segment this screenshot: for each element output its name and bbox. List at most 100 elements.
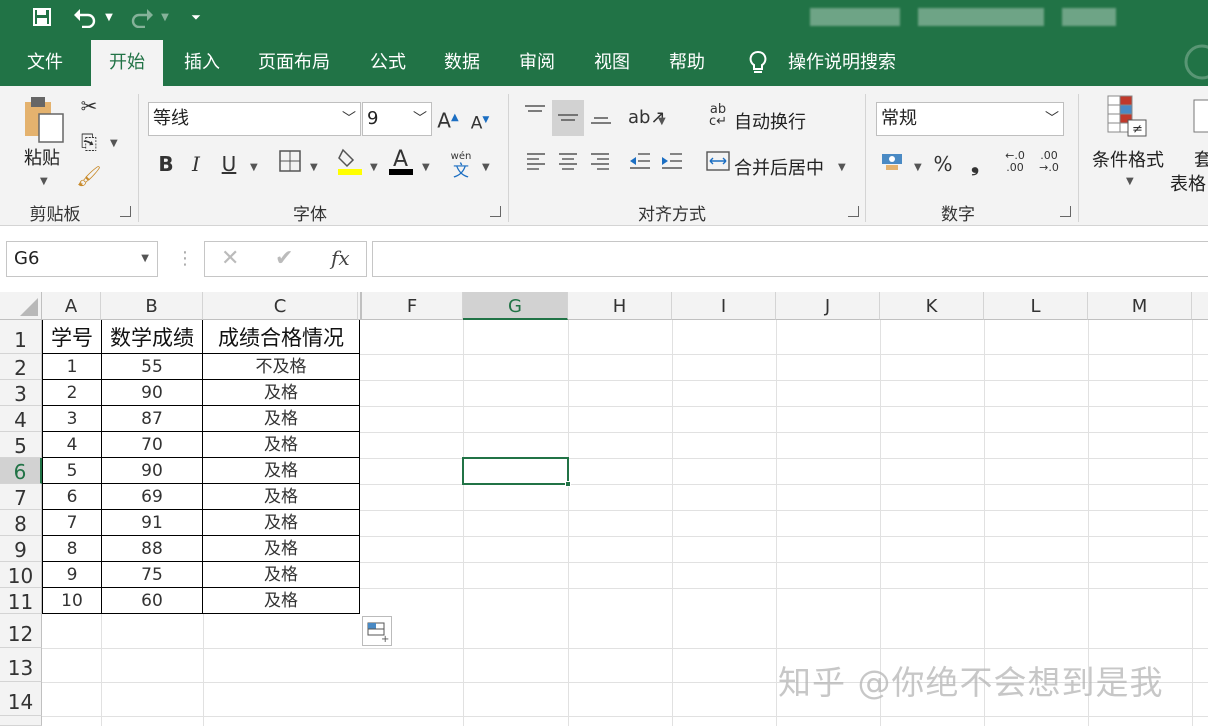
borders-icon[interactable] [276,150,304,179]
column-header-f[interactable]: F [362,292,463,320]
phonetic-icon[interactable]: wén 文 [446,150,476,179]
increase-decimal-icon[interactable]: ←.0 .00 [1000,150,1030,174]
insert-function-icon[interactable]: fx [331,246,350,270]
underline-icon[interactable]: U [216,150,242,178]
conditional-format-button[interactable]: 条件格式 [1092,146,1164,172]
bold-icon[interactable]: B [154,150,178,178]
column-header-j[interactable]: J [776,292,880,320]
fill-color-icon[interactable] [336,146,364,183]
conditional-format-dropdown-icon[interactable]: ▼ [1126,176,1134,187]
cell-b8[interactable]: 91 [102,510,202,535]
table-format-label-1[interactable]: 套 [1194,146,1208,172]
fill-handle[interactable] [565,481,571,487]
name-box-dropdown-icon[interactable]: ▼ [141,242,149,276]
font-launcher-icon[interactable] [490,206,501,217]
comma-icon[interactable]: ❟ [964,150,986,178]
merge-center-icon[interactable] [704,150,732,179]
tab-file[interactable]: 文件 [14,38,76,86]
cell-c4[interactable]: 及格 [203,406,359,431]
cell-a11[interactable]: 10 [43,588,101,613]
font-color-dropdown-icon[interactable]: ▼ [422,162,430,173]
format-painter-icon[interactable]: 🖌 [76,162,102,190]
row-header-6[interactable]: 6 [0,458,42,484]
cell-b1[interactable]: 数学成绩 [102,322,202,352]
row-header-5[interactable]: 5 [0,432,42,458]
select-all-button[interactable] [0,292,42,320]
merge-center-button[interactable]: 合并后居中 [734,154,824,180]
cell-b9[interactable]: 88 [102,536,202,561]
save-icon[interactable] [28,0,56,34]
cell-a2[interactable]: 1 [43,354,101,379]
redo-dropdown-icon[interactable]: ▼ [158,0,172,34]
row-header-14[interactable]: 14 [0,682,42,716]
cell-a8[interactable]: 7 [43,510,101,535]
cut-icon[interactable]: ✂ [76,92,102,120]
alignment-launcher-icon[interactable] [848,206,859,217]
formula-input[interactable] [372,241,1208,277]
increase-font-icon[interactable]: A▲ [436,104,460,135]
tab-view[interactable]: 视图 [584,38,640,86]
cell-b2[interactable]: 55 [102,354,202,379]
merge-dropdown-icon[interactable]: ▼ [838,162,846,173]
column-header-h[interactable]: H [568,292,672,320]
quick-analysis-button[interactable]: + [362,616,392,646]
clipboard-launcher-icon[interactable] [120,206,131,217]
phonetic-dropdown-icon[interactable]: ▼ [482,162,490,173]
font-size-combo[interactable]: 9 ﹀ [362,102,432,136]
cell-b11[interactable]: 60 [102,588,202,613]
table-format-label-2[interactable]: 表格 [1170,170,1206,196]
wrap-text-button[interactable]: 自动换行 [734,108,806,134]
row-header-3[interactable]: 3 [0,380,42,406]
number-launcher-icon[interactable] [1060,206,1071,217]
cell-c5[interactable]: 及格 [203,432,359,457]
name-box[interactable]: G6 ▼ [6,241,158,277]
cell-b10[interactable]: 75 [102,562,202,587]
row-header-11[interactable]: 11 [0,588,42,614]
column-header-b[interactable]: B [101,292,203,320]
tab-data[interactable]: 数据 [434,38,490,86]
column-header-n[interactable] [1192,292,1208,320]
cancel-icon[interactable]: ✕ [221,246,239,271]
orientation-dropdown-icon[interactable]: ▼ [658,116,666,127]
font-color-icon[interactable]: A [386,146,416,183]
column-header-c[interactable]: C [203,292,358,320]
column-header-g[interactable]: G [463,292,568,320]
tab-review[interactable]: 审阅 [509,38,565,86]
column-header-l[interactable]: L [984,292,1088,320]
cell-c10[interactable]: 及格 [203,562,359,587]
row-header-2[interactable]: 2 [0,354,42,380]
customize-icon[interactable]: ⏷ [186,0,206,34]
cell-b5[interactable]: 70 [102,432,202,457]
cell-c11[interactable]: 及格 [203,588,359,613]
paste-button-label[interactable]: 粘贴 [24,144,60,170]
paste-dropdown-icon[interactable]: ▼ [40,176,48,187]
tab-home[interactable]: 开始 [91,40,163,86]
column-header-k[interactable]: K [880,292,984,320]
top-align-icon[interactable] [520,102,550,130]
cell-a6[interactable]: 5 [43,458,101,483]
borders-dropdown-icon[interactable]: ▼ [310,162,318,173]
tab-page-layout[interactable]: 页面布局 [250,38,338,86]
wrap-text-icon[interactable]: ab c↵ [706,103,730,128]
cell-c3[interactable]: 及格 [203,380,359,405]
align-left-icon[interactable] [522,150,550,179]
row-header-12[interactable]: 12 [0,614,42,648]
enter-icon[interactable]: ✔ [275,246,293,271]
cell-c9[interactable]: 及格 [203,536,359,561]
currency-icon[interactable] [878,150,908,179]
fill-color-dropdown-icon[interactable]: ▼ [370,162,378,173]
cell-c1[interactable]: 成绩合格情况 [203,322,359,352]
row-header-1[interactable]: 1 [0,320,42,354]
decrease-indent-icon[interactable] [626,150,654,179]
cell-a1[interactable]: 学号 [43,322,101,352]
decrease-decimal-icon[interactable]: .00 →.0 [1034,150,1064,174]
cell-c8[interactable]: 及格 [203,510,359,535]
align-center-icon[interactable] [554,150,582,179]
tab-insert[interactable]: 插入 [172,38,232,86]
copy-dropdown-icon[interactable]: ▼ [110,138,118,149]
undo-icon[interactable] [70,0,100,34]
decrease-font-icon[interactable]: A▼ [468,106,492,138]
percent-icon[interactable]: % [930,150,956,178]
currency-dropdown-icon[interactable]: ▼ [914,162,922,173]
lightbulb-icon[interactable] [744,38,772,86]
